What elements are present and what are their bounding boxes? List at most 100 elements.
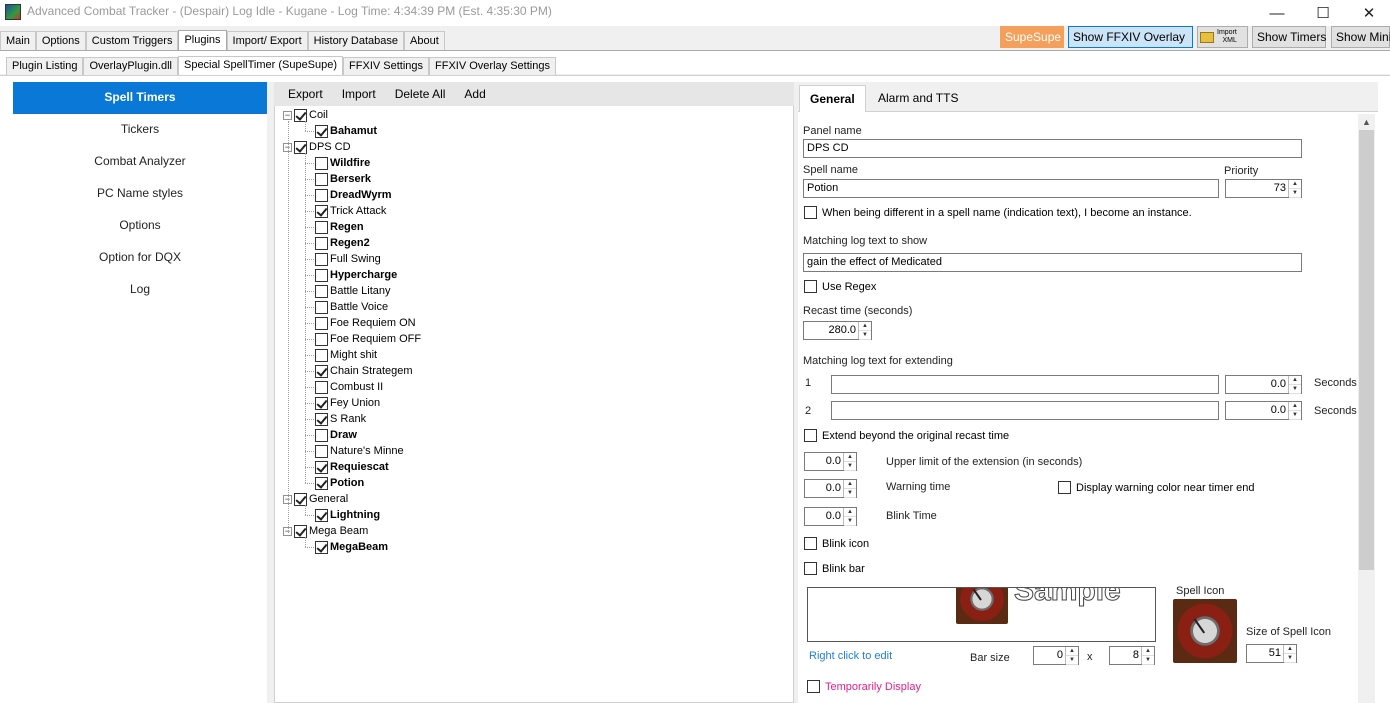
nav-tickers[interactable]: Tickers	[13, 114, 267, 146]
nav-options[interactable]: Options	[13, 210, 267, 242]
bar-preview[interactable]: Sample	[807, 587, 1156, 642]
checkbox-box[interactable]	[315, 204, 328, 218]
use-regex-checkbox[interactable]: Use Regex	[804, 280, 876, 293]
priority-stepper[interactable]: 73 ▲ ▼	[1225, 179, 1302, 198]
tree-item[interactable]: Draw	[315, 427, 357, 443]
tree-item[interactable]: Battle Voice	[315, 299, 388, 315]
import-xml-button[interactable]: Import XML	[1197, 26, 1248, 48]
extend-beyond-checkbox[interactable]: Extend beyond the original recast time	[804, 429, 1009, 442]
checkbox-box[interactable]	[315, 284, 328, 298]
tab-about[interactable]: About	[404, 31, 445, 50]
tree-item[interactable]: Regen	[315, 219, 364, 235]
icon-size-stepper[interactable]: 51 ▲ ▼	[1246, 644, 1297, 663]
tree-item[interactable]: Fey Union	[315, 395, 380, 411]
checkbox-box[interactable]	[315, 252, 328, 266]
checkbox-box[interactable]	[315, 268, 328, 282]
subtab-special-spelltimer[interactable]: Special SpellTimer (SupeSupe)	[177, 56, 344, 75]
checkbox-box[interactable]	[315, 332, 328, 346]
scrollbar-thumb[interactable]	[1359, 130, 1374, 570]
checkbox-box[interactable]	[315, 428, 328, 442]
extend-row-2-seconds[interactable]: 0.0 ▲ ▼	[1225, 401, 1302, 420]
spin-buttons[interactable]: ▲ ▼	[1141, 647, 1154, 665]
nav-pc-name-styles[interactable]: PC Name styles	[13, 178, 267, 210]
extend-row-2-text[interactable]	[831, 401, 1219, 420]
tree-item[interactable]: MegaBeam	[315, 539, 388, 555]
temporarily-display-checkbox[interactable]: Temporarily Display	[807, 680, 921, 693]
delete-all-button[interactable]: Delete All	[395, 87, 446, 101]
checkbox-box[interactable]	[804, 537, 817, 550]
checkbox-box[interactable]	[315, 380, 328, 394]
show-ffxiv-overlay-button[interactable]: Show FFXIV Overlay	[1068, 26, 1193, 48]
spin-buttons[interactable]: ▲ ▼	[1288, 402, 1301, 420]
tab-general[interactable]: General	[799, 85, 866, 112]
tree-group[interactable]: − Mega Beam	[283, 523, 368, 539]
tab-main[interactable]: Main	[0, 31, 36, 50]
checkbox-box[interactable]	[315, 188, 328, 202]
nav-log[interactable]: Log	[13, 274, 267, 306]
import-button[interactable]: Import	[342, 87, 376, 101]
spin-buttons[interactable]: ▲ ▼	[843, 453, 856, 471]
blink-icon-checkbox[interactable]: Blink icon	[804, 537, 869, 550]
blink-bar-checkbox[interactable]: Blink bar	[804, 562, 865, 575]
tree-item[interactable]: Bahamut	[315, 123, 377, 139]
tree-item[interactable]: DreadWyrm	[315, 187, 392, 203]
spin-buttons[interactable]: ▲ ▼	[1283, 645, 1296, 663]
tree-group[interactable]: − General	[283, 491, 348, 507]
tree-item[interactable]: Foe Requiem ON	[315, 315, 416, 331]
tree-item[interactable]: Chain Strategem	[315, 363, 413, 379]
tree-item[interactable]: Battle Litany	[315, 283, 391, 299]
instance-checkbox[interactable]: When being different in a spell name (in…	[804, 206, 1192, 219]
tree-item[interactable]: Combust II	[315, 379, 383, 395]
checkbox-box[interactable]	[294, 524, 307, 538]
add-button[interactable]: Add	[464, 87, 485, 101]
supesupe-button[interactable]: SupeSupe	[1000, 26, 1064, 48]
checkbox-box[interactable]	[804, 206, 817, 219]
spin-buttons[interactable]: ▲ ▼	[843, 480, 856, 498]
tree-item[interactable]: Potion	[315, 475, 364, 491]
tab-custom-triggers[interactable]: Custom Triggers	[85, 31, 179, 50]
checkbox-box[interactable]	[315, 412, 328, 426]
bar-height-stepper[interactable]: 8 ▲ ▼	[1109, 646, 1155, 665]
checkbox-box[interactable]	[294, 108, 307, 122]
tree-group[interactable]: − DPS CD	[283, 139, 351, 155]
checkbox-box[interactable]	[315, 236, 328, 250]
nav-combat-analyzer[interactable]: Combat Analyzer	[13, 146, 267, 178]
spin-buttons[interactable]: ▲ ▼	[858, 322, 871, 340]
checkbox-box[interactable]	[315, 124, 328, 138]
checkbox-box[interactable]	[315, 460, 328, 474]
tab-plugins[interactable]: Plugins	[178, 30, 227, 50]
checkbox-box[interactable]	[315, 508, 328, 522]
upper-limit-stepper[interactable]: 0.0 ▲ ▼	[804, 452, 857, 471]
clock-icon[interactable]	[1173, 599, 1237, 663]
matching-log-field[interactable]: gain the effect of Medicated	[803, 253, 1302, 272]
spell-name-field[interactable]: Potion	[803, 179, 1219, 198]
panel-name-field[interactable]: DPS CD	[803, 139, 1302, 158]
checkbox-box[interactable]	[804, 280, 817, 293]
spin-buttons[interactable]: ▲ ▼	[1065, 647, 1078, 665]
checkbox-box[interactable]	[315, 316, 328, 330]
nav-spell-timers[interactable]: Spell Timers	[13, 82, 267, 114]
checkbox-box[interactable]	[315, 444, 328, 458]
collapse-icon[interactable]: −	[283, 110, 292, 120]
tree-item[interactable]: Hypercharge	[315, 267, 397, 283]
blink-time-stepper[interactable]: 0.0 ▲ ▼	[804, 507, 857, 526]
tree-item[interactable]: Requiescat	[315, 459, 389, 475]
warning-time-stepper[interactable]: 0.0 ▲ ▼	[804, 479, 857, 498]
tree-item[interactable]: Regen2	[315, 235, 370, 251]
tree-item[interactable]: Foe Requiem OFF	[315, 331, 421, 347]
checkbox-box[interactable]	[294, 492, 307, 506]
checkbox-box[interactable]	[315, 172, 328, 186]
close-button[interactable]: ✕	[1346, 0, 1390, 26]
subtab-ffxiv-settings[interactable]: FFXIV Settings	[343, 57, 430, 75]
tree-item[interactable]: Wildfire	[315, 155, 370, 171]
nav-option-for-dqx[interactable]: Option for DQX	[13, 242, 267, 274]
tab-options[interactable]: Options	[35, 31, 86, 50]
show-timers-button[interactable]: Show Timers	[1252, 26, 1326, 48]
spin-buttons[interactable]: ▲ ▼	[1288, 180, 1301, 198]
tree-item[interactable]: Berserk	[315, 171, 371, 187]
export-button[interactable]: Export	[288, 87, 323, 101]
scroll-up-arrow-icon[interactable]: ▲	[1358, 114, 1375, 130]
show-mini-button[interactable]: Show Mini	[1331, 26, 1390, 48]
spin-buttons[interactable]: ▲ ▼	[843, 508, 856, 526]
subtab-overlayplugin[interactable]: OverlayPlugin.dll	[83, 57, 178, 75]
